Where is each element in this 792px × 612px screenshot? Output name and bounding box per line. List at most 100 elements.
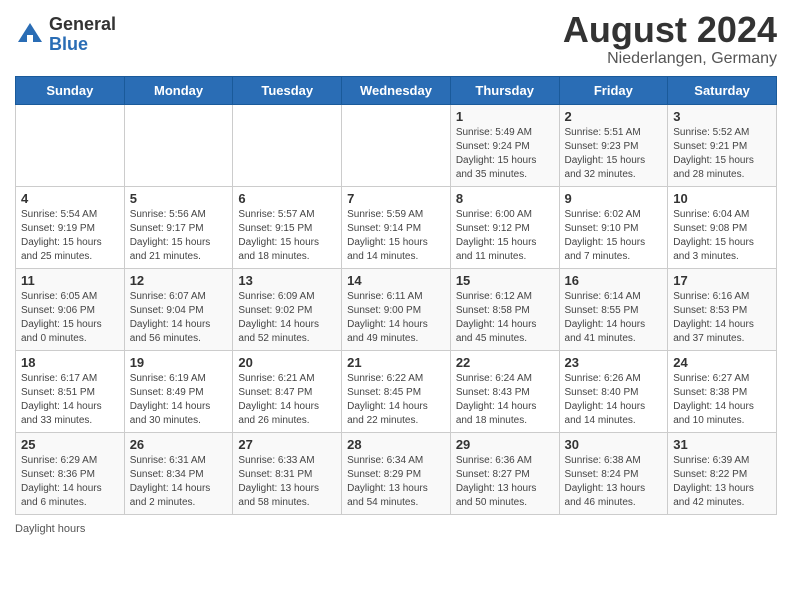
day-number: 23 — [565, 355, 663, 370]
day-number: 5 — [130, 191, 228, 206]
day-number: 14 — [347, 273, 445, 288]
day-info: Sunrise: 5:54 AM Sunset: 9:19 PM Dayligh… — [21, 208, 119, 264]
calendar-cell: 24 Sunrise: 6:27 AM Sunset: 8:38 PM Dayli… — [668, 350, 777, 432]
month-year-title: August 2024 — [563, 10, 777, 50]
calendar-cell: 2 Sunrise: 5:51 AM Sunset: 9:23 PM Daylig… — [559, 104, 668, 186]
day-number: 24 — [673, 355, 771, 370]
day-info: Sunrise: 5:57 AM Sunset: 9:15 PM Dayligh… — [238, 208, 336, 264]
day-number: 6 — [238, 191, 336, 206]
logo-icon — [15, 20, 45, 50]
day-number: 4 — [21, 191, 119, 206]
calendar-cell: 5 Sunrise: 5:56 AM Sunset: 9:17 PM Daylig… — [124, 186, 233, 268]
day-info: Sunrise: 6:14 AM Sunset: 8:55 PM Dayligh… — [565, 290, 663, 346]
calendar-cell: 7 Sunrise: 5:59 AM Sunset: 9:14 PM Daylig… — [342, 186, 451, 268]
day-info: Sunrise: 6:33 AM Sunset: 8:31 PM Dayligh… — [238, 454, 336, 510]
day-of-week-header: Wednesday — [342, 76, 451, 104]
day-info: Sunrise: 6:31 AM Sunset: 8:34 PM Dayligh… — [130, 454, 228, 510]
calendar-cell: 30Sunrise: 6:38 AM Sunset: 8:24 PM Dayli… — [559, 432, 668, 514]
calendar-cell: 3Sunrise: 5:52 AM Sunset: 9:21 PM Daylig… — [668, 104, 777, 186]
day-number: 18 — [21, 355, 119, 370]
day-number: 7 — [347, 191, 445, 206]
day-info: Sunrise: 5:51 AM Sunset: 9:23 PM Dayligh… — [565, 126, 663, 182]
day-info: Sunrise: 6:00 AM Sunset: 9:12 PM Dayligh… — [456, 208, 554, 264]
day-number: 27 — [238, 437, 336, 452]
day-number: 25 — [21, 437, 119, 452]
day-info: Sunrise: 6:29 AM Sunset: 8:36 PM Dayligh… — [21, 454, 119, 510]
day-of-week-header: Friday — [559, 76, 668, 104]
day-number: 19 — [130, 355, 228, 370]
day-number: 13 — [238, 273, 336, 288]
calendar-cell: 18Sunrise: 6:17 AM Sunset: 8:51 PM Dayli… — [16, 350, 125, 432]
day-number: 17 — [673, 273, 771, 288]
calendar-body: 1 Sunrise: 5:49 AM Sunset: 9:24 PM Daylig… — [16, 104, 777, 514]
day-info: Sunrise: 5:49 AM Sunset: 9:24 PM Dayligh… — [456, 126, 554, 182]
day-info: Sunrise: 6:34 AM Sunset: 8:29 PM Dayligh… — [347, 454, 445, 510]
calendar-week-row: 4 Sunrise: 5:54 AM Sunset: 9:19 PM Daylig… — [16, 186, 777, 268]
location-subtitle: Niederlangen, Germany — [563, 50, 777, 68]
calendar-cell: 26 Sunrise: 6:31 AM Sunset: 8:34 PM Dayli… — [124, 432, 233, 514]
calendar-cell: 11 Sunrise: 6:05 AM Sunset: 9:06 PM Dayli… — [16, 268, 125, 350]
calendar-cell: 14 Sunrise: 6:11 AM Sunset: 9:00 PM Dayli… — [342, 268, 451, 350]
calendar-cell: 20 Sunrise: 6:21 AM Sunset: 8:47 PM Dayli… — [233, 350, 342, 432]
calendar-cell — [342, 104, 451, 186]
calendar-cell — [16, 104, 125, 186]
day-info: Sunrise: 6:16 AM Sunset: 8:53 PM Dayligh… — [673, 290, 771, 346]
day-number: 10 — [673, 191, 771, 206]
day-number: 26 — [130, 437, 228, 452]
calendar-cell: 19Sunrise: 6:19 AM Sunset: 8:49 PM Dayli… — [124, 350, 233, 432]
calendar-cell: 17 Sunrise: 6:16 AM Sunset: 8:53 PM Dayli… — [668, 268, 777, 350]
calendar-week-row: 25 Sunrise: 6:29 AM Sunset: 8:36 PM Dayli… — [16, 432, 777, 514]
day-number: 21 — [347, 355, 445, 370]
calendar-cell: 21 Sunrise: 6:22 AM Sunset: 8:45 PM Dayli… — [342, 350, 451, 432]
day-number: 8 — [456, 191, 554, 206]
calendar-cell — [124, 104, 233, 186]
day-number: 31 — [673, 437, 771, 452]
day-number: 3 — [673, 109, 771, 124]
day-number: 20 — [238, 355, 336, 370]
day-number: 28 — [347, 437, 445, 452]
day-info: Sunrise: 6:11 AM Sunset: 9:00 PM Dayligh… — [347, 290, 445, 346]
day-number: 11 — [21, 273, 119, 288]
day-info: Sunrise: 6:04 AM Sunset: 9:08 PM Dayligh… — [673, 208, 771, 264]
day-info: Sunrise: 6:05 AM Sunset: 9:06 PM Dayligh… — [21, 290, 119, 346]
day-info: Sunrise: 6:27 AM Sunset: 8:38 PM Dayligh… — [673, 372, 771, 428]
day-of-week-header: Thursday — [450, 76, 559, 104]
calendar-cell: 1 Sunrise: 5:49 AM Sunset: 9:24 PM Daylig… — [450, 104, 559, 186]
logo-blue-text: Blue — [49, 35, 116, 55]
calendar-cell: 22Sunrise: 6:24 AM Sunset: 8:43 PM Dayli… — [450, 350, 559, 432]
calendar-cell: 8 Sunrise: 6:00 AM Sunset: 9:12 PM Daylig… — [450, 186, 559, 268]
day-info: Sunrise: 5:56 AM Sunset: 9:17 PM Dayligh… — [130, 208, 228, 264]
day-number: 22 — [456, 355, 554, 370]
day-of-week-header: Tuesday — [233, 76, 342, 104]
calendar-cell: 13 Sunrise: 6:09 AM Sunset: 9:02 PM Dayli… — [233, 268, 342, 350]
day-info: Sunrise: 6:21 AM Sunset: 8:47 PM Dayligh… — [238, 372, 336, 428]
calendar-cell — [233, 104, 342, 186]
day-info: Sunrise: 6:12 AM Sunset: 8:58 PM Dayligh… — [456, 290, 554, 346]
day-info: Sunrise: 6:38 AM Sunset: 8:24 PM Dayligh… — [565, 454, 663, 510]
logo-general-text: General — [49, 15, 116, 35]
calendar-cell: 28 Sunrise: 6:34 AM Sunset: 8:29 PM Dayli… — [342, 432, 451, 514]
daylight-label: Daylight hours — [15, 523, 85, 535]
day-info: Sunrise: 6:39 AM Sunset: 8:22 PM Dayligh… — [673, 454, 771, 510]
calendar-cell: 31 Sunrise: 6:39 AM Sunset: 8:22 PM Dayli… — [668, 432, 777, 514]
day-info: Sunrise: 6:36 AM Sunset: 8:27 PM Dayligh… — [456, 454, 554, 510]
day-of-week-header: Saturday — [668, 76, 777, 104]
calendar-week-row: 18Sunrise: 6:17 AM Sunset: 8:51 PM Dayli… — [16, 350, 777, 432]
day-info: Sunrise: 6:07 AM Sunset: 9:04 PM Dayligh… — [130, 290, 228, 346]
day-number: 9 — [565, 191, 663, 206]
title-block: August 2024 Niederlangen, Germany — [563, 10, 777, 68]
day-number: 16 — [565, 273, 663, 288]
day-info: Sunrise: 5:59 AM Sunset: 9:14 PM Dayligh… — [347, 208, 445, 264]
calendar-cell: 23 Sunrise: 6:26 AM Sunset: 8:40 PM Dayli… — [559, 350, 668, 432]
footer: Daylight hours — [15, 523, 777, 535]
day-info: Sunrise: 6:22 AM Sunset: 8:45 PM Dayligh… — [347, 372, 445, 428]
calendar-cell: 16 Sunrise: 6:14 AM Sunset: 8:55 PM Dayli… — [559, 268, 668, 350]
logo: General Blue — [15, 15, 116, 55]
day-info: Sunrise: 6:09 AM Sunset: 9:02 PM Dayligh… — [238, 290, 336, 346]
day-of-week-header: Monday — [124, 76, 233, 104]
day-info: Sunrise: 6:26 AM Sunset: 8:40 PM Dayligh… — [565, 372, 663, 428]
calendar-cell: 9 Sunrise: 6:02 AM Sunset: 9:10 PM Daylig… — [559, 186, 668, 268]
day-number: 2 — [565, 109, 663, 124]
day-number: 1 — [456, 109, 554, 124]
day-info: Sunrise: 6:02 AM Sunset: 9:10 PM Dayligh… — [565, 208, 663, 264]
